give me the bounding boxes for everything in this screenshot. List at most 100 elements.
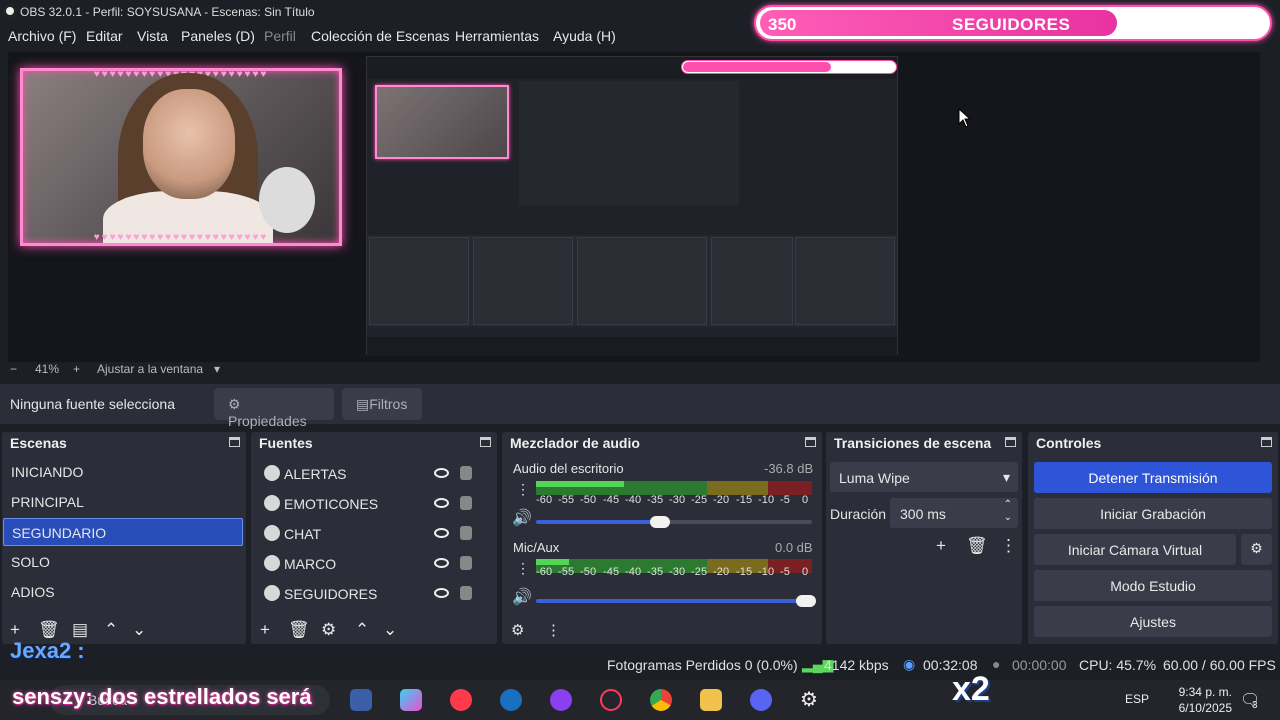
fit-dropdown-icon[interactable]: ▾ (214, 362, 220, 376)
scale-tick-label: -50 (580, 494, 597, 506)
transition-menu-icon[interactable]: ⋮ (1000, 536, 1017, 556)
menu-coleccion[interactable]: Colección de Escenas (311, 28, 450, 44)
folder-icon[interactable] (700, 689, 722, 711)
controls-popout-icon[interactable] (1261, 437, 1272, 447)
screen-capture-source[interactable] (366, 56, 898, 356)
desktop-menu-icon[interactable]: ⋮ (516, 481, 530, 498)
menu-herramientas[interactable]: Herramientas (455, 28, 539, 44)
menu-paneles[interactable]: Paneles (D) (181, 28, 255, 44)
scene-up-icon[interactable]: ⌃ (104, 620, 118, 640)
source-item-chat[interactable]: CHAT (258, 520, 484, 548)
obs-taskbar-icon[interactable] (450, 689, 472, 711)
scale-tick-label: -10 (758, 494, 775, 506)
globe-icon (264, 465, 280, 481)
scale-tick-label: -45 (603, 566, 620, 578)
scale-tick-label: -15 (736, 494, 753, 506)
mixer-menu-icon[interactable]: ⋮ (546, 621, 561, 639)
follower-current: 350 (768, 15, 797, 34)
copilot-icon[interactable] (400, 689, 422, 711)
screen-capture-webcam (375, 85, 509, 159)
duration-input[interactable]: 300 ms ⌃ ⌄ (890, 498, 1018, 528)
source-properties-icon[interactable]: ⚙ (321, 620, 336, 640)
screen-capture-controls (795, 237, 895, 325)
remove-transition-icon[interactable]: 🗑 (966, 536, 988, 556)
lock-icon[interactable] (460, 586, 472, 600)
scale-tick-label: -55 (558, 566, 575, 578)
discord-icon[interactable] (750, 689, 772, 711)
add-transition-icon[interactable]: + (936, 536, 946, 556)
settings-gear-icon[interactable]: ⚙ (800, 687, 822, 711)
start-recording-button[interactable]: Iniciar Grabación (1034, 498, 1272, 529)
eye-icon[interactable] (434, 558, 449, 568)
scene-filters-icon[interactable]: ▤ (72, 620, 88, 640)
app-purple-icon[interactable] (550, 689, 572, 711)
mixer-channel-mic-name: Mic/Aux (513, 540, 560, 555)
eye-icon[interactable] (434, 588, 449, 598)
menu-ayuda[interactable]: Ayuda (H) (553, 28, 616, 44)
menu-editar[interactable]: Editar (86, 28, 123, 44)
zoom-out-icon[interactable]: − (10, 362, 17, 376)
screen-capture-sources (473, 237, 573, 325)
scene-item-solo[interactable]: SOLO (3, 548, 243, 576)
menu-vista[interactable]: Vista (137, 28, 168, 44)
remove-scene-icon[interactable]: 🗑 (38, 620, 60, 640)
virtual-camera-button[interactable]: Iniciar Cámara Virtual (1034, 534, 1236, 565)
steam-icon[interactable] (500, 689, 522, 711)
scene-item-principal[interactable]: PRINCIPAL (3, 488, 243, 516)
desktop-volume-knob[interactable] (650, 516, 670, 528)
properties-button[interactable]: ⚙ Propiedades (214, 388, 334, 429)
scenes-popout-icon[interactable] (229, 437, 240, 447)
fit-window-button[interactable]: Ajustar a la ventana (97, 362, 203, 376)
transitions-popout-icon[interactable] (1005, 437, 1016, 447)
scene-item-iniciando[interactable]: INICIANDO (3, 458, 243, 486)
scene-down-icon[interactable]: ⌄ (132, 620, 146, 640)
mixer-settings-icon[interactable]: ⚙ (511, 621, 524, 639)
add-scene-icon[interactable]: + (10, 620, 20, 640)
menu-perfil[interactable]: Perfil (264, 28, 296, 44)
stop-streaming-button[interactable]: Detener Transmisión (1034, 462, 1272, 493)
zoom-bar: − 41% + Ajustar a la ventana ▾ (0, 362, 1280, 378)
source-item-emoticones[interactable]: EMOTICONES (258, 490, 484, 518)
source-down-icon[interactable]: ⌄ (383, 620, 397, 640)
mic-menu-icon[interactable]: ⋮ (516, 560, 530, 577)
decrement-icon[interactable]: ⌄ (1004, 512, 1012, 523)
scene-item-adios[interactable]: ADIOS (3, 578, 243, 606)
lock-icon[interactable] (460, 556, 472, 570)
taskbar-clock[interactable]: 9:34 p. m. 6/10/2025 (1179, 684, 1232, 716)
add-source-icon[interactable]: + (260, 620, 270, 640)
lock-icon[interactable] (460, 466, 472, 480)
mixer-popout-icon[interactable] (805, 437, 816, 447)
obs-logo-icon (3, 4, 17, 18)
zoom-in-icon[interactable]: + (73, 362, 80, 376)
notification-count: 3 (1252, 700, 1258, 711)
source-item-marco[interactable]: MARCO (258, 550, 484, 578)
eye-icon[interactable] (434, 468, 449, 478)
filters-button[interactable]: ▤Filtros (342, 388, 422, 420)
eye-icon[interactable] (434, 498, 449, 508)
source-item-alertas[interactable]: ALERTAS (258, 460, 484, 488)
sources-popout-icon[interactable] (480, 437, 491, 447)
opera-icon[interactable] (600, 689, 622, 711)
remove-source-icon[interactable]: 🗑 (288, 620, 310, 640)
scale-tick-label: 0 (802, 494, 809, 506)
settings-button[interactable]: Ajustes (1034, 606, 1272, 637)
webcam-source[interactable]: ♥♥♥♥♥♥♥♥♥♥♥♥♥♥♥♥♥♥♥♥♥♥ ♥♥♥♥♥♥♥♥♥♥♥♥♥♥♥♥♥… (20, 68, 342, 246)
mic-volume-knob[interactable] (796, 595, 816, 607)
speaker-icon[interactable]: 🔊 (512, 587, 532, 607)
scene-item-segundario[interactable]: SEGUNDARIO (3, 518, 243, 546)
source-up-icon[interactable]: ⌃ (355, 620, 369, 640)
task-view-icon[interactable] (350, 689, 372, 711)
source-item-seguidores[interactable]: SEGUIDORES (258, 580, 484, 608)
increment-icon[interactable]: ⌃ (1004, 499, 1012, 510)
language-indicator[interactable]: ESP (1125, 692, 1149, 706)
scale-tick-label: -20 (713, 494, 730, 506)
lock-icon[interactable] (460, 526, 472, 540)
transition-select[interactable]: Luma Wipe ▾ (830, 462, 1018, 492)
virtual-camera-settings-button[interactable]: ⚙ (1241, 534, 1272, 565)
speaker-icon[interactable]: 🔊 (512, 508, 532, 528)
studio-mode-button[interactable]: Modo Estudio (1034, 570, 1272, 601)
menu-archivo[interactable]: Archivo (F) (8, 28, 76, 44)
chrome-icon[interactable] (650, 689, 672, 711)
lock-icon[interactable] (460, 496, 472, 510)
eye-icon[interactable] (434, 528, 449, 538)
